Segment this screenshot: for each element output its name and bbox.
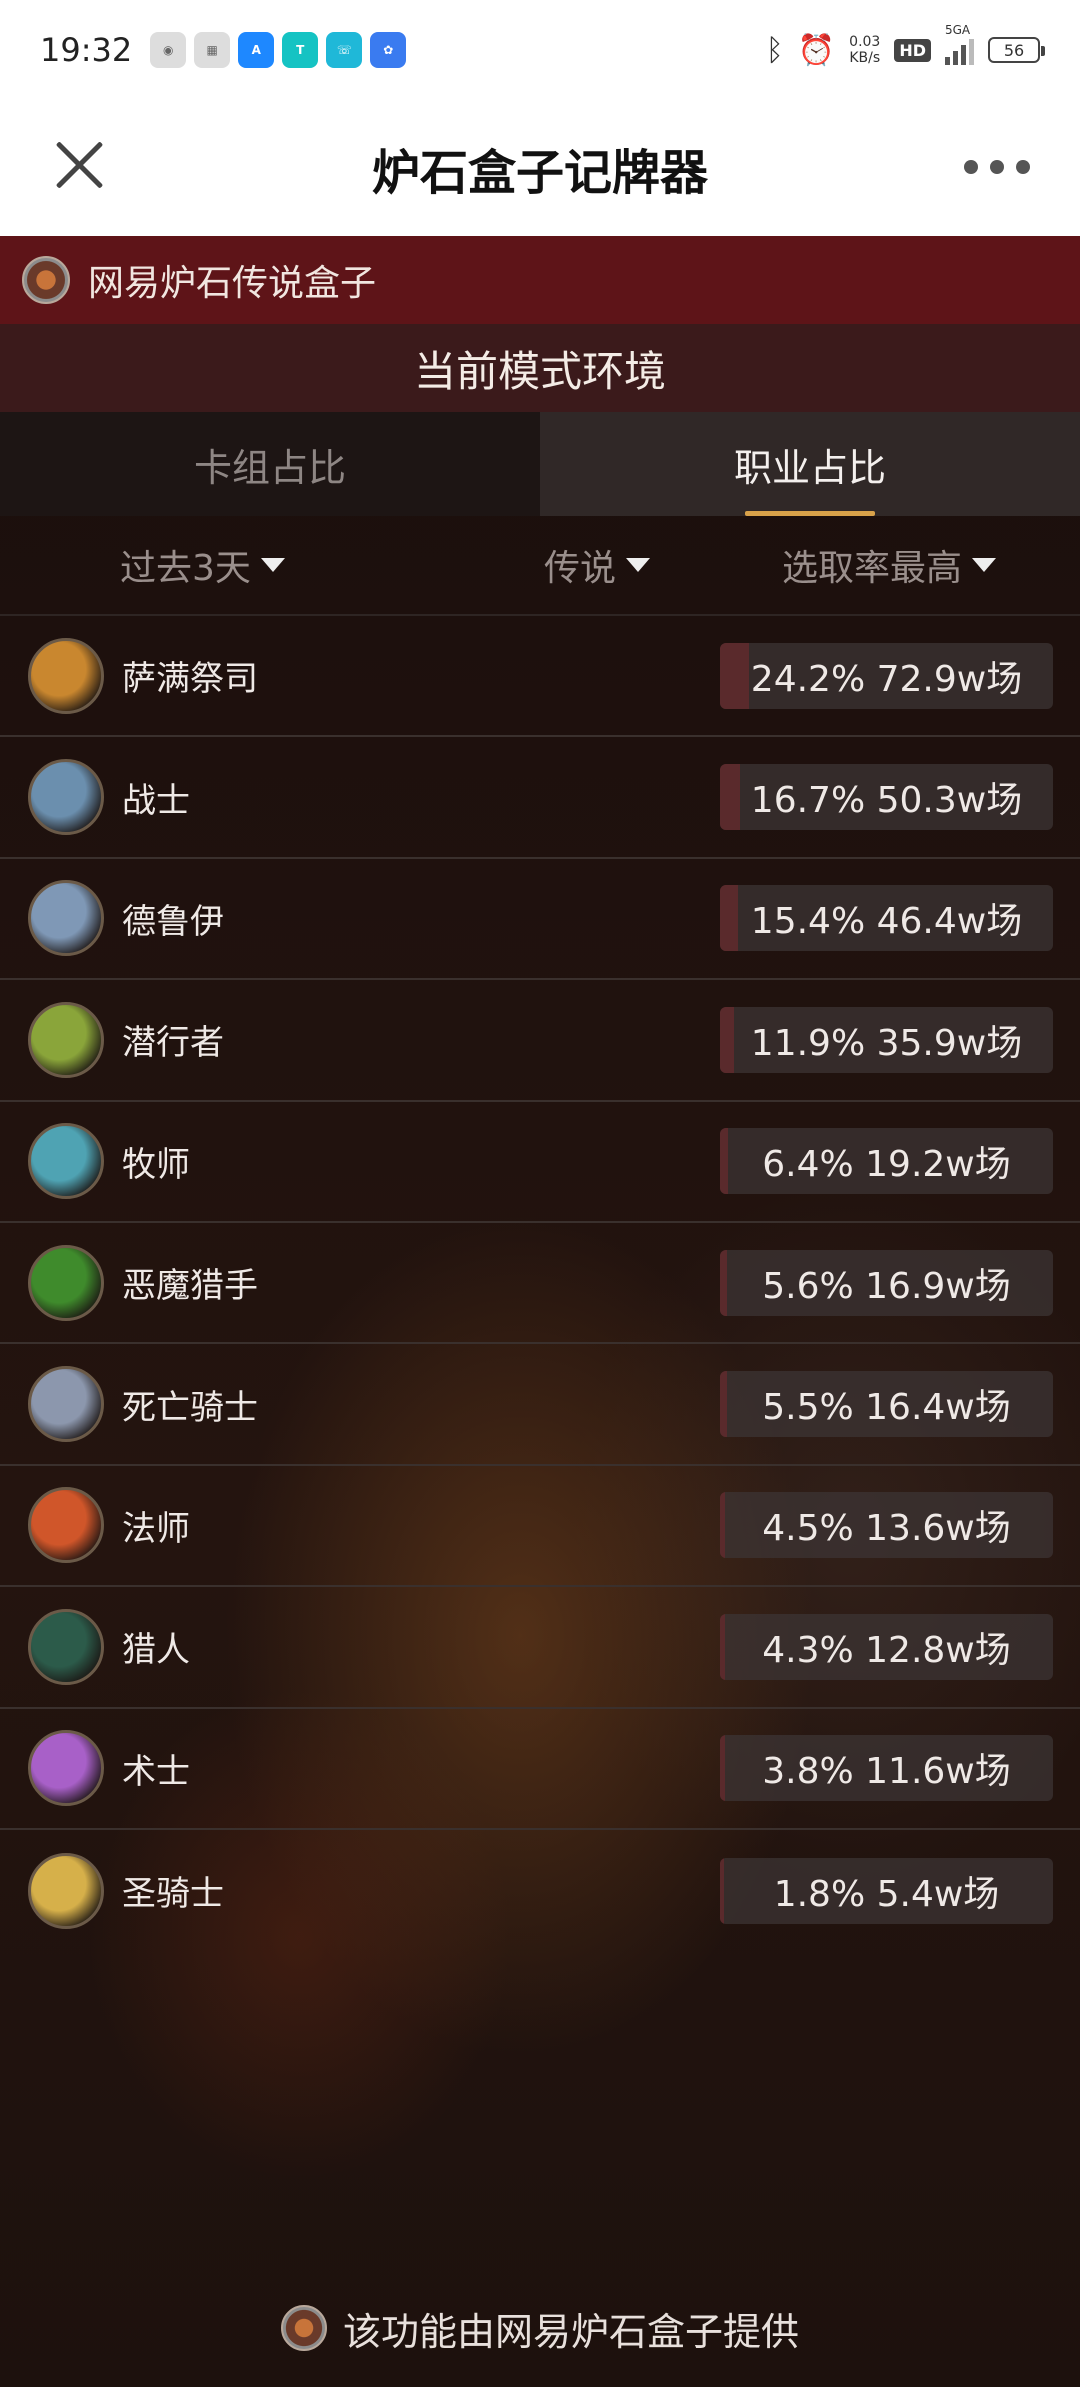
alink-icon: A bbox=[238, 32, 275, 68]
weibo-icon: ◉ bbox=[150, 32, 187, 68]
death-knight-icon bbox=[28, 1366, 104, 1443]
pick-rate-bar: 1.8% 5.4w场 bbox=[720, 1857, 1053, 1924]
pick-rate-text: 6.4% 19.2w场 bbox=[762, 1144, 1011, 1186]
class-name: 术士 bbox=[122, 1751, 190, 1792]
app-content: 网易炉石传说盒子 当前模式环境 卡组占比 职业占比 过去3天 传说 选取率最高 … bbox=[0, 236, 1080, 2387]
chevron-down-icon bbox=[260, 558, 285, 572]
class-name: 战士 bbox=[122, 780, 190, 821]
mode-title: 当前模式环境 bbox=[0, 324, 1080, 412]
paladin-icon bbox=[28, 1852, 104, 1929]
class-name: 潜行者 bbox=[122, 1023, 224, 1064]
class-name: 恶魔猎手 bbox=[122, 1266, 258, 1307]
rogue-icon bbox=[28, 1001, 104, 1078]
chevron-down-icon bbox=[972, 558, 997, 572]
pick-rate-text: 24.2% 72.9w场 bbox=[750, 658, 1023, 700]
pick-rate-bar: 16.7% 50.3w场 bbox=[720, 764, 1053, 831]
pick-rate-text: 1.8% 5.4w场 bbox=[773, 1873, 1000, 1915]
pick-rate-bar: 24.2% 72.9w场 bbox=[720, 642, 1053, 709]
warlock-icon bbox=[28, 1730, 104, 1807]
bluetooth-icon: ᛒ bbox=[765, 32, 784, 68]
chevron-down-icon bbox=[626, 558, 651, 572]
demon-hunter-icon bbox=[28, 1244, 104, 1321]
pick-rate-text: 11.9% 35.9w场 bbox=[750, 1022, 1023, 1064]
tab-class-share[interactable]: 职业占比 bbox=[540, 412, 1080, 516]
class-name: 萨满祭司 bbox=[122, 659, 258, 700]
filter-bar: 过去3天 传说 选取率最高 bbox=[0, 516, 1080, 616]
class-row[interactable]: 德鲁伊 15.4% 46.4w场 bbox=[0, 859, 1080, 981]
pick-rate-text: 4.3% 12.8w场 bbox=[762, 1629, 1011, 1671]
pick-rate-text: 15.4% 46.4w场 bbox=[750, 901, 1023, 943]
shaman-icon bbox=[28, 637, 104, 714]
signal-icon: 5GA bbox=[945, 23, 974, 65]
class-name: 死亡骑士 bbox=[122, 1387, 258, 1428]
phone-icon: ☏ bbox=[326, 32, 363, 68]
tab-bar: 卡组占比 职业占比 bbox=[0, 412, 1080, 516]
pick-rate-text: 4.5% 13.6w场 bbox=[762, 1508, 1011, 1550]
brand-logo-icon bbox=[22, 256, 70, 304]
tab-deck-share[interactable]: 卡组占比 bbox=[0, 412, 540, 516]
class-row[interactable]: 死亡骑士 5.5% 16.4w场 bbox=[0, 1344, 1080, 1466]
class-row[interactable]: 圣骑士 1.8% 5.4w场 bbox=[0, 1830, 1080, 1951]
class-name: 德鲁伊 bbox=[122, 901, 224, 942]
pick-rate-bar: 5.6% 16.9w场 bbox=[720, 1249, 1053, 1316]
druid-icon bbox=[28, 880, 104, 957]
class-row[interactable]: 牧师 6.4% 19.2w场 bbox=[0, 1102, 1080, 1223]
class-row[interactable]: 潜行者 11.9% 35.9w场 bbox=[0, 980, 1080, 1102]
pick-rate-bar: 4.5% 13.6w场 bbox=[720, 1492, 1053, 1559]
brand-bar: 网易炉石传说盒子 bbox=[0, 236, 1080, 324]
app-icon: ▦ bbox=[194, 32, 231, 68]
class-list: 萨满祭司 24.2% 72.9w场战士 16.7% 50.3w场德鲁伊 15.4% 4… bbox=[0, 616, 1080, 1951]
status-time: 19:32 bbox=[40, 31, 133, 69]
class-row[interactable]: 术士 3.8% 11.6w场 bbox=[0, 1709, 1080, 1830]
class-name: 法师 bbox=[122, 1508, 190, 1549]
title-bar: 炉石盒子记牌器 bbox=[0, 100, 1080, 236]
pick-rate-bar: 6.4% 19.2w场 bbox=[720, 1128, 1053, 1195]
class-name: 圣骑士 bbox=[122, 1874, 224, 1915]
pick-rate-bar: 4.3% 12.8w场 bbox=[720, 1613, 1053, 1680]
footer-text: 该功能由网易炉石盒子提供 bbox=[342, 2309, 799, 2354]
more-menu-icon[interactable] bbox=[964, 160, 1030, 174]
pick-rate-bar: 3.8% 11.6w场 bbox=[720, 1735, 1053, 1802]
pick-rate-bar: 11.9% 35.9w场 bbox=[720, 1006, 1053, 1073]
gear-app-icon: ✿ bbox=[370, 32, 407, 68]
page-title: 炉石盒子记牌器 bbox=[371, 145, 708, 201]
hd-badge: HD bbox=[894, 38, 931, 62]
warrior-icon bbox=[28, 759, 104, 836]
footer: 该功能由网易炉石盒子提供 bbox=[0, 2293, 1080, 2363]
mage-icon bbox=[28, 1487, 104, 1564]
class-row[interactable]: 萨满祭司 24.2% 72.9w场 bbox=[0, 616, 1080, 738]
time-range-filter[interactable]: 过去3天 bbox=[120, 539, 285, 591]
sort-filter[interactable]: 选取率最高 bbox=[782, 539, 997, 591]
priest-icon bbox=[28, 1123, 104, 1200]
pick-rate-bar: 15.4% 46.4w场 bbox=[720, 885, 1053, 952]
status-bar: 19:32 ◉ ▦ A T ☏ ✿ ᛒ ⏰ 0.03 KB/s HD 5GA 5… bbox=[0, 0, 1080, 100]
class-name: 猎人 bbox=[122, 1630, 190, 1671]
net-speed: 0.03 KB/s bbox=[849, 34, 881, 66]
notification-icons: ◉ ▦ A T ☏ ✿ bbox=[150, 32, 407, 68]
pick-rate-text: 5.6% 16.9w场 bbox=[762, 1265, 1011, 1307]
taptap-icon: T bbox=[282, 32, 319, 68]
class-row[interactable]: 战士 16.7% 50.3w场 bbox=[0, 737, 1080, 859]
brand-name: 网易炉石传说盒子 bbox=[88, 263, 377, 304]
rank-filter[interactable]: 传说 bbox=[544, 539, 651, 591]
class-name: 牧师 bbox=[122, 1144, 190, 1185]
pick-rate-text: 3.8% 11.6w场 bbox=[762, 1751, 1011, 1793]
class-row[interactable]: 法师 4.5% 13.6w场 bbox=[0, 1466, 1080, 1588]
alarm-icon: ⏰ bbox=[797, 32, 836, 68]
hunter-icon bbox=[28, 1608, 104, 1685]
close-icon[interactable] bbox=[52, 138, 106, 192]
class-row[interactable]: 猎人 4.3% 12.8w场 bbox=[0, 1587, 1080, 1709]
pick-rate-text: 16.7% 50.3w场 bbox=[750, 780, 1023, 822]
pick-rate-text: 5.5% 16.4w场 bbox=[762, 1387, 1011, 1429]
battery-icon: 56 bbox=[988, 37, 1045, 63]
pick-rate-bar: 5.5% 16.4w场 bbox=[720, 1371, 1053, 1438]
brand-logo-icon bbox=[280, 2305, 327, 2351]
class-row[interactable]: 恶魔猎手 5.6% 16.9w场 bbox=[0, 1223, 1080, 1345]
